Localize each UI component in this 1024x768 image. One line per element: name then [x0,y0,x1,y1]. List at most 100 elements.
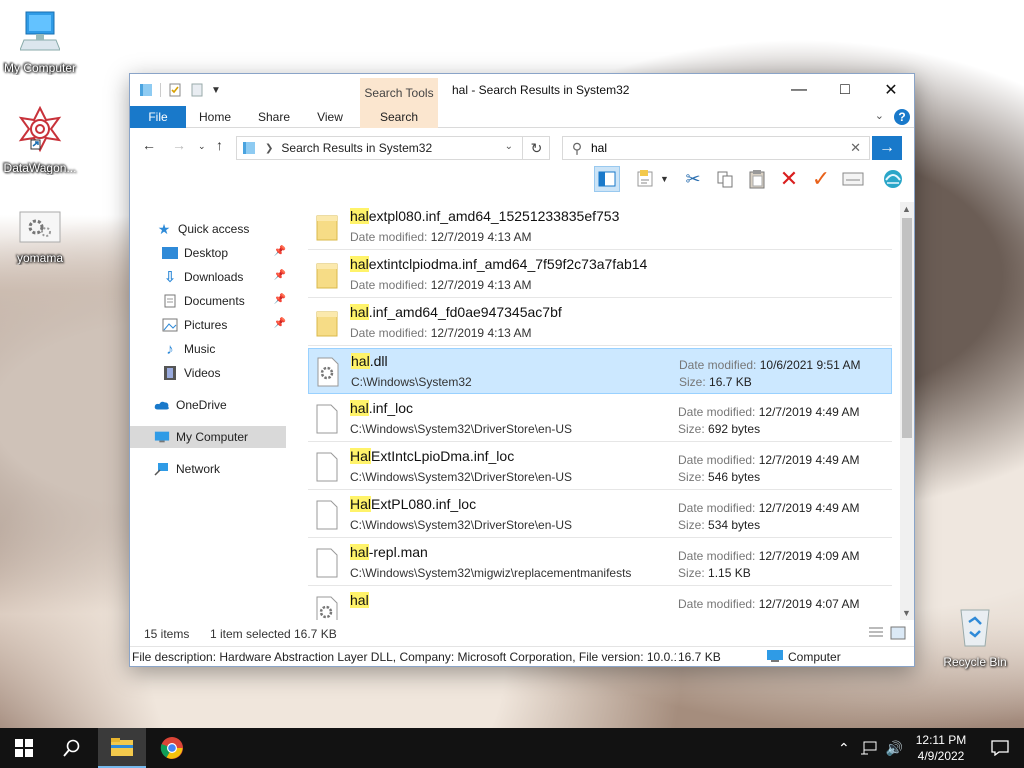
vertical-scrollbar[interactable]: ▲ ▼ [900,202,914,620]
large-icons-view-icon[interactable] [890,626,906,643]
computer-icon [19,11,61,51]
computer-icon [766,649,784,666]
desktop-icon-yomama[interactable]: yomama [0,210,80,265]
scroll-thumb[interactable] [902,218,912,438]
refresh-button[interactable]: ↻ [522,136,550,160]
nav-network[interactable]: Network [130,458,290,480]
preview-pane-icon [598,171,616,187]
zip-folder-icon [316,263,338,289]
document-icon [162,293,178,309]
result-row-file[interactable]: hal-repl.man C:\Windows\System32\migwiz\… [308,540,892,586]
copy-button[interactable] [712,166,738,192]
rename-button[interactable]: ✓ [808,166,834,192]
delete-button[interactable]: ✕ [776,166,802,192]
search-input[interactable] [591,141,831,155]
nav-documents[interactable]: Documents 📌 [130,290,290,312]
minimize-button[interactable]: — [776,74,822,106]
clear-search-icon[interactable]: ✕ [850,140,861,156]
properties-icon[interactable] [167,82,183,98]
tab-search[interactable]: Search [360,106,438,128]
clock[interactable]: 12:11 PM 4/9/2022 [906,732,976,764]
nav-music[interactable]: ♪ Music [130,338,290,360]
chevron-up-icon[interactable]: ⌃ [838,740,850,757]
properties-button[interactable] [840,166,866,192]
network-icon[interactable] [860,741,878,755]
scroll-up-icon[interactable]: ▲ [902,204,911,214]
nav-videos[interactable]: Videos [130,362,290,384]
taskbar-file-explorer[interactable] [98,728,146,768]
address-bar[interactable]: ❯ Search Results in System32 ⌄ [236,136,550,160]
desktop-icon-label: DataWagon... [3,161,77,175]
blank-file-icon [316,548,338,578]
details-view-icon[interactable] [868,626,884,643]
tab-file[interactable]: File [130,106,186,128]
paste-button[interactable] [744,166,770,192]
volume-icon[interactable]: 🔊 [886,740,903,757]
desktop-icon-recycle-bin[interactable]: Recycle Bin [940,604,1010,669]
desktop-icon-datawagon[interactable]: DataWagon... [0,105,80,175]
windows-logo-icon [15,739,33,757]
desktop-icon-my-computer[interactable]: My Computer [0,10,80,75]
file-name: HalExtIntcLpioDma.inf_loc [350,448,515,464]
checkmark-icon: ✓ [811,166,831,191]
result-row-file[interactable]: hal Date modified: 12/7/2019 4:07 AM [308,588,892,620]
result-row-folder[interactable]: halextpl080.inf_amd64_15251233835ef753 D… [308,204,892,250]
result-row-folder[interactable]: hal.inf_amd64_fd0ae947345ac7bf Date modi… [308,300,892,346]
tab-view[interactable]: View [306,106,354,128]
pictures-icon [162,317,178,333]
file-name: halextintclpiodma.inf_amd64_7f59f2c73a7f… [350,256,648,272]
search-button[interactable] [48,728,96,768]
result-row-file[interactable]: HalExtPL080.inf_loc C:\Windows\System32\… [308,492,892,538]
scroll-down-icon[interactable]: ▼ [902,608,911,618]
new-folder-icon[interactable] [189,82,205,98]
breadcrumb-current[interactable]: Search Results in System32 [281,141,432,155]
up-button[interactable]: ↑ [216,137,223,153]
desktop-icon-label: Recycle Bin [943,655,1007,669]
layout-button[interactable] [634,166,660,192]
properties-card-icon [842,172,864,186]
notifications-button[interactable] [976,728,1024,768]
system-tray: ⌃ 🔊 [838,728,903,768]
qat-dropdown-icon[interactable]: ▼ [211,85,221,96]
nav-onedrive[interactable]: OneDrive [130,394,290,416]
nav-downloads[interactable]: ⇩ Downloads 📌 [130,266,290,288]
search-go-button[interactable]: → [872,136,902,160]
nav-my-computer[interactable]: My Computer [130,426,286,448]
clock-date: 4/9/2022 [917,749,965,763]
blank-file-icon [316,500,338,530]
file-name: hal-repl.man [350,544,428,560]
nav-desktop[interactable]: Desktop 📌 [130,242,290,264]
back-button[interactable]: ← [142,137,156,153]
zip-folder-icon [316,311,338,337]
result-row-file-selected[interactable]: hal.dll C:\Windows\System32 Date modifie… [308,348,892,394]
result-row-file[interactable]: hal.inf_loc C:\Windows\System32\DriverSt… [308,396,892,442]
file-meta: Date modified: 12/7/2019 4:49 AM Size: 5… [678,453,860,484]
preview-pane-button[interactable] [594,166,620,192]
address-row: ← → ⌄ ↑ ❯ Search Results in System32 ⌄ ↻… [130,128,914,164]
nav-quick-access[interactable]: ★ Quick access [130,218,290,240]
start-button[interactable] [0,728,48,768]
breadcrumb-separator-icon[interactable]: ❯ [265,143,273,154]
window-title: hal - Search Results in System32 [452,83,630,97]
result-row-file[interactable]: HalExtIntcLpioDma.inf_loc C:\Windows\Sys… [308,444,892,490]
forward-button[interactable]: → [172,137,186,153]
maximize-button[interactable]: □ [822,74,868,106]
ribbon-expand-icon[interactable]: ⌄ [875,109,884,122]
close-button[interactable]: ✕ [868,74,914,106]
file-path: C:\Windows\System32\DriverStore\en-US [350,470,573,484]
tab-share[interactable]: Share [248,106,300,128]
cut-button[interactable]: ✂ [680,166,706,192]
layout-dropdown-icon[interactable]: ▼ [660,174,669,184]
search-box[interactable]: ⚲ ✕ [562,136,870,160]
tab-home[interactable]: Home [190,106,240,128]
recent-locations-icon[interactable]: ⌄ [198,141,206,152]
address-dropdown-icon[interactable]: ⌄ [505,141,513,152]
result-row-folder[interactable]: halextintclpiodma.inf_amd64_7f59f2c73a7f… [308,252,892,298]
nav-pictures[interactable]: Pictures 📌 [130,314,290,336]
shell-button[interactable] [880,166,906,192]
file-date: Date modified: 12/7/2019 4:13 AM [350,326,532,340]
taskbar-chrome[interactable] [148,728,196,768]
search-icon [63,739,80,757]
help-button[interactable]: ? [894,109,910,125]
file-path: C:\Windows\System32\DriverStore\en-US [350,422,573,436]
